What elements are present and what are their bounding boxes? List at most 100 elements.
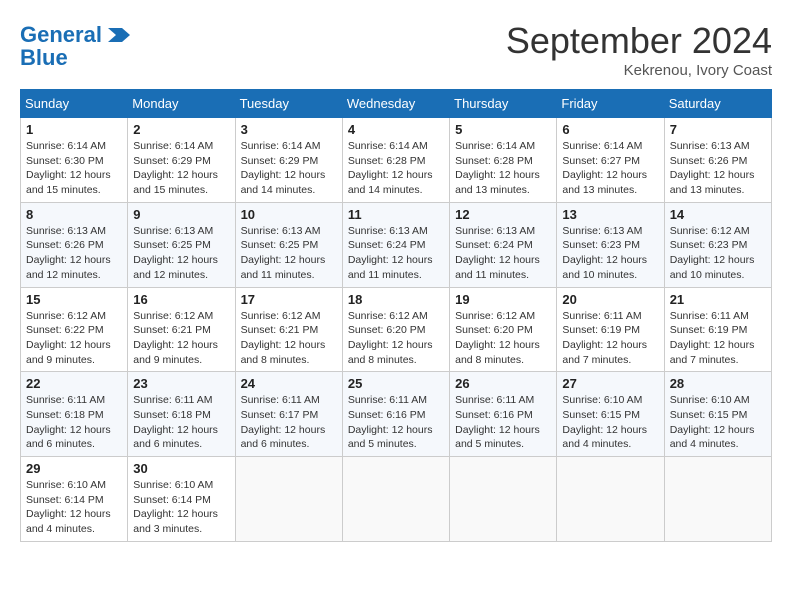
- day-number: 17: [241, 292, 337, 307]
- day-info: Sunrise: 6:13 AM Sunset: 6:26 PM Dayligh…: [670, 139, 766, 198]
- calendar-cell: 10 Sunrise: 6:13 AM Sunset: 6:25 PM Dayl…: [235, 202, 342, 287]
- weekday-header-wednesday: Wednesday: [342, 90, 449, 118]
- day-number: 15: [26, 292, 122, 307]
- day-info: Sunrise: 6:11 AM Sunset: 6:17 PM Dayligh…: [241, 393, 337, 452]
- calendar-cell: 20 Sunrise: 6:11 AM Sunset: 6:19 PM Dayl…: [557, 287, 664, 372]
- day-number: 11: [348, 207, 444, 222]
- day-number: 21: [670, 292, 766, 307]
- day-info: Sunrise: 6:13 AM Sunset: 6:24 PM Dayligh…: [455, 224, 551, 283]
- day-info: Sunrise: 6:11 AM Sunset: 6:16 PM Dayligh…: [455, 393, 551, 452]
- weekday-header-saturday: Saturday: [664, 90, 771, 118]
- calendar-cell: [342, 457, 449, 542]
- day-number: 25: [348, 376, 444, 391]
- calendar-cell: 14 Sunrise: 6:12 AM Sunset: 6:23 PM Dayl…: [664, 202, 771, 287]
- day-info: Sunrise: 6:14 AM Sunset: 6:28 PM Dayligh…: [455, 139, 551, 198]
- day-info: Sunrise: 6:13 AM Sunset: 6:26 PM Dayligh…: [26, 224, 122, 283]
- calendar-cell: 15 Sunrise: 6:12 AM Sunset: 6:22 PM Dayl…: [21, 287, 128, 372]
- weekday-header-monday: Monday: [128, 90, 235, 118]
- day-info: Sunrise: 6:12 AM Sunset: 6:21 PM Dayligh…: [241, 309, 337, 368]
- day-info: Sunrise: 6:11 AM Sunset: 6:16 PM Dayligh…: [348, 393, 444, 452]
- day-number: 18: [348, 292, 444, 307]
- day-number: 7: [670, 122, 766, 137]
- calendar-cell: 1 Sunrise: 6:14 AM Sunset: 6:30 PM Dayli…: [21, 118, 128, 203]
- day-info: Sunrise: 6:10 AM Sunset: 6:15 PM Dayligh…: [670, 393, 766, 452]
- day-number: 16: [133, 292, 229, 307]
- day-number: 8: [26, 207, 122, 222]
- day-number: 3: [241, 122, 337, 137]
- calendar-cell: 19 Sunrise: 6:12 AM Sunset: 6:20 PM Dayl…: [450, 287, 557, 372]
- calendar-cell: 25 Sunrise: 6:11 AM Sunset: 6:16 PM Dayl…: [342, 372, 449, 457]
- calendar-cell: [664, 457, 771, 542]
- calendar-cell: 3 Sunrise: 6:14 AM Sunset: 6:29 PM Dayli…: [235, 118, 342, 203]
- day-number: 22: [26, 376, 122, 391]
- day-number: 9: [133, 207, 229, 222]
- calendar-cell: 7 Sunrise: 6:13 AM Sunset: 6:26 PM Dayli…: [664, 118, 771, 203]
- calendar-cell: 30 Sunrise: 6:10 AM Sunset: 6:14 PM Dayl…: [128, 457, 235, 542]
- day-number: 2: [133, 122, 229, 137]
- title-block: September 2024 Kekrenou, Ivory Coast: [506, 20, 772, 79]
- calendar-week-2: 8 Sunrise: 6:13 AM Sunset: 6:26 PM Dayli…: [21, 202, 772, 287]
- day-info: Sunrise: 6:10 AM Sunset: 6:14 PM Dayligh…: [26, 478, 122, 537]
- day-number: 29: [26, 461, 122, 476]
- calendar-cell: 11 Sunrise: 6:13 AM Sunset: 6:24 PM Dayl…: [342, 202, 449, 287]
- day-info: Sunrise: 6:12 AM Sunset: 6:20 PM Dayligh…: [348, 309, 444, 368]
- calendar-cell: 17 Sunrise: 6:12 AM Sunset: 6:21 PM Dayl…: [235, 287, 342, 372]
- month-title: September 2024: [506, 20, 772, 62]
- day-info: Sunrise: 6:13 AM Sunset: 6:25 PM Dayligh…: [133, 224, 229, 283]
- logo-text: General: [20, 23, 102, 47]
- day-info: Sunrise: 6:10 AM Sunset: 6:15 PM Dayligh…: [562, 393, 658, 452]
- logo: General Blue: [20, 20, 134, 70]
- calendar-cell: 9 Sunrise: 6:13 AM Sunset: 6:25 PM Dayli…: [128, 202, 235, 287]
- calendar-week-1: 1 Sunrise: 6:14 AM Sunset: 6:30 PM Dayli…: [21, 118, 772, 203]
- day-number: 14: [670, 207, 766, 222]
- day-info: Sunrise: 6:14 AM Sunset: 6:28 PM Dayligh…: [348, 139, 444, 198]
- day-info: Sunrise: 6:14 AM Sunset: 6:30 PM Dayligh…: [26, 139, 122, 198]
- day-info: Sunrise: 6:14 AM Sunset: 6:27 PM Dayligh…: [562, 139, 658, 198]
- day-info: Sunrise: 6:12 AM Sunset: 6:22 PM Dayligh…: [26, 309, 122, 368]
- calendar-cell: 27 Sunrise: 6:10 AM Sunset: 6:15 PM Dayl…: [557, 372, 664, 457]
- day-info: Sunrise: 6:13 AM Sunset: 6:23 PM Dayligh…: [562, 224, 658, 283]
- calendar-cell: 29 Sunrise: 6:10 AM Sunset: 6:14 PM Dayl…: [21, 457, 128, 542]
- calendar-cell: [450, 457, 557, 542]
- page-header: General Blue September 2024 Kekrenou, Iv…: [20, 20, 772, 79]
- calendar-cell: 8 Sunrise: 6:13 AM Sunset: 6:26 PM Dayli…: [21, 202, 128, 287]
- calendar-cell: 16 Sunrise: 6:12 AM Sunset: 6:21 PM Dayl…: [128, 287, 235, 372]
- day-number: 23: [133, 376, 229, 391]
- day-info: Sunrise: 6:12 AM Sunset: 6:20 PM Dayligh…: [455, 309, 551, 368]
- location: Kekrenou, Ivory Coast: [506, 62, 772, 79]
- calendar-cell: 22 Sunrise: 6:11 AM Sunset: 6:18 PM Dayl…: [21, 372, 128, 457]
- day-info: Sunrise: 6:12 AM Sunset: 6:21 PM Dayligh…: [133, 309, 229, 368]
- calendar-week-5: 29 Sunrise: 6:10 AM Sunset: 6:14 PM Dayl…: [21, 457, 772, 542]
- day-number: 27: [562, 376, 658, 391]
- calendar-cell: [557, 457, 664, 542]
- day-info: Sunrise: 6:13 AM Sunset: 6:25 PM Dayligh…: [241, 224, 337, 283]
- day-number: 12: [455, 207, 551, 222]
- day-number: 30: [133, 461, 229, 476]
- calendar-cell: 24 Sunrise: 6:11 AM Sunset: 6:17 PM Dayl…: [235, 372, 342, 457]
- weekday-header-thursday: Thursday: [450, 90, 557, 118]
- day-info: Sunrise: 6:11 AM Sunset: 6:18 PM Dayligh…: [26, 393, 122, 452]
- calendar-cell: 2 Sunrise: 6:14 AM Sunset: 6:29 PM Dayli…: [128, 118, 235, 203]
- day-number: 19: [455, 292, 551, 307]
- day-info: Sunrise: 6:10 AM Sunset: 6:14 PM Dayligh…: [133, 478, 229, 537]
- day-info: Sunrise: 6:11 AM Sunset: 6:19 PM Dayligh…: [562, 309, 658, 368]
- calendar-cell: 23 Sunrise: 6:11 AM Sunset: 6:18 PM Dayl…: [128, 372, 235, 457]
- day-number: 10: [241, 207, 337, 222]
- calendar-table: SundayMondayTuesdayWednesdayThursdayFrid…: [20, 89, 772, 542]
- day-number: 28: [670, 376, 766, 391]
- calendar-body: 1 Sunrise: 6:14 AM Sunset: 6:30 PM Dayli…: [21, 118, 772, 542]
- day-number: 5: [455, 122, 551, 137]
- calendar-cell: 21 Sunrise: 6:11 AM Sunset: 6:19 PM Dayl…: [664, 287, 771, 372]
- calendar-week-4: 22 Sunrise: 6:11 AM Sunset: 6:18 PM Dayl…: [21, 372, 772, 457]
- calendar-header-row: SundayMondayTuesdayWednesdayThursdayFrid…: [21, 90, 772, 118]
- calendar-week-3: 15 Sunrise: 6:12 AM Sunset: 6:22 PM Dayl…: [21, 287, 772, 372]
- day-number: 6: [562, 122, 658, 137]
- logo-icon: [104, 20, 134, 50]
- calendar-cell: 5 Sunrise: 6:14 AM Sunset: 6:28 PM Dayli…: [450, 118, 557, 203]
- day-number: 26: [455, 376, 551, 391]
- day-info: Sunrise: 6:14 AM Sunset: 6:29 PM Dayligh…: [133, 139, 229, 198]
- calendar-cell: 4 Sunrise: 6:14 AM Sunset: 6:28 PM Dayli…: [342, 118, 449, 203]
- calendar-cell: 12 Sunrise: 6:13 AM Sunset: 6:24 PM Dayl…: [450, 202, 557, 287]
- day-info: Sunrise: 6:11 AM Sunset: 6:19 PM Dayligh…: [670, 309, 766, 368]
- calendar-cell: [235, 457, 342, 542]
